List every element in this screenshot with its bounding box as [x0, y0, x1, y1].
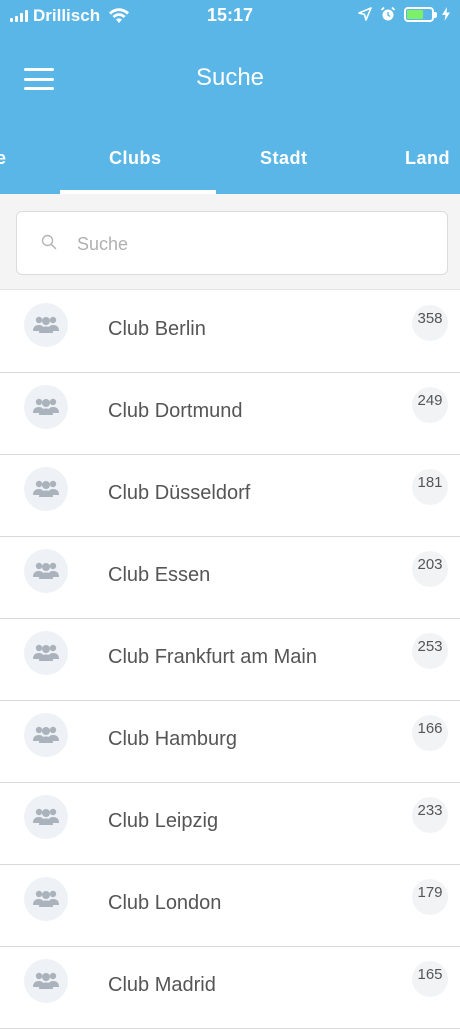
tab-stadt[interactable]: Stadt: [260, 148, 308, 169]
list-item[interactable]: Club Frankfurt am Main 253: [0, 619, 460, 701]
group-icon: [24, 713, 68, 757]
location-arrow-icon: [358, 7, 372, 21]
group-icon: [24, 467, 68, 511]
group-icon: [24, 385, 68, 429]
page-title: Suche: [195, 64, 265, 91]
club-name: Club Essen: [108, 564, 211, 586]
club-name: Club Berlin: [108, 318, 206, 340]
member-count-badge: 181: [412, 469, 448, 505]
group-icon: [24, 303, 68, 347]
tab-bar: e Clubs Stadt Land: [0, 122, 460, 194]
status-bar: Drillisch 15:17: [0, 0, 460, 32]
list-item[interactable]: Club London 179: [0, 865, 460, 947]
member-count-badge: 165: [412, 961, 448, 997]
club-name: Club Dortmund: [108, 400, 243, 422]
member-count-badge: 179: [412, 879, 448, 915]
list-item[interactable]: Club Berlin 358: [0, 291, 460, 373]
club-name: Club Düsseldorf: [108, 482, 251, 504]
member-count-badge: 249: [412, 387, 448, 423]
tab-clubs[interactable]: Clubs: [109, 148, 162, 169]
group-icon: [24, 631, 68, 675]
app-bar: Suche: [0, 32, 460, 122]
battery-icon: [404, 6, 437, 22]
list-item[interactable]: Club Dortmund 249: [0, 373, 460, 455]
search-box: [16, 211, 448, 275]
list-item[interactable]: Club Madrid 165: [0, 947, 460, 1029]
club-name: Club London: [108, 892, 222, 914]
member-count-badge: 203: [412, 551, 448, 587]
group-icon: [24, 959, 68, 1003]
status-right: [358, 6, 450, 22]
group-icon: [24, 877, 68, 921]
club-name: Club Frankfurt am Main: [108, 646, 317, 668]
list-item[interactable]: Club Essen 203: [0, 537, 460, 619]
tab-land[interactable]: Land: [405, 148, 450, 169]
charging-icon: [442, 7, 450, 21]
member-count-badge: 358: [412, 305, 448, 341]
list-item[interactable]: Club Leipzig 233: [0, 783, 460, 865]
list-item[interactable]: Club Hamburg 166: [0, 701, 460, 783]
search-icon: [41, 234, 57, 250]
search-section: [0, 194, 460, 290]
group-icon: [24, 795, 68, 839]
club-list: Club Berlin 358 Club Dortmund 249 Club D…: [0, 291, 460, 1029]
tab-partial-left[interactable]: e: [0, 148, 7, 169]
member-count-badge: 233: [412, 797, 448, 833]
search-input[interactable]: [75, 230, 419, 258]
club-name: Club Madrid: [108, 974, 216, 996]
member-count-badge: 253: [412, 633, 448, 669]
alarm-icon: [380, 6, 396, 21]
list-item[interactable]: Club Düsseldorf 181: [0, 455, 460, 537]
club-name: Club Leipzig: [108, 810, 219, 832]
member-count-badge: 166: [412, 715, 448, 751]
club-name: Club Hamburg: [108, 728, 237, 750]
group-icon: [24, 549, 68, 593]
